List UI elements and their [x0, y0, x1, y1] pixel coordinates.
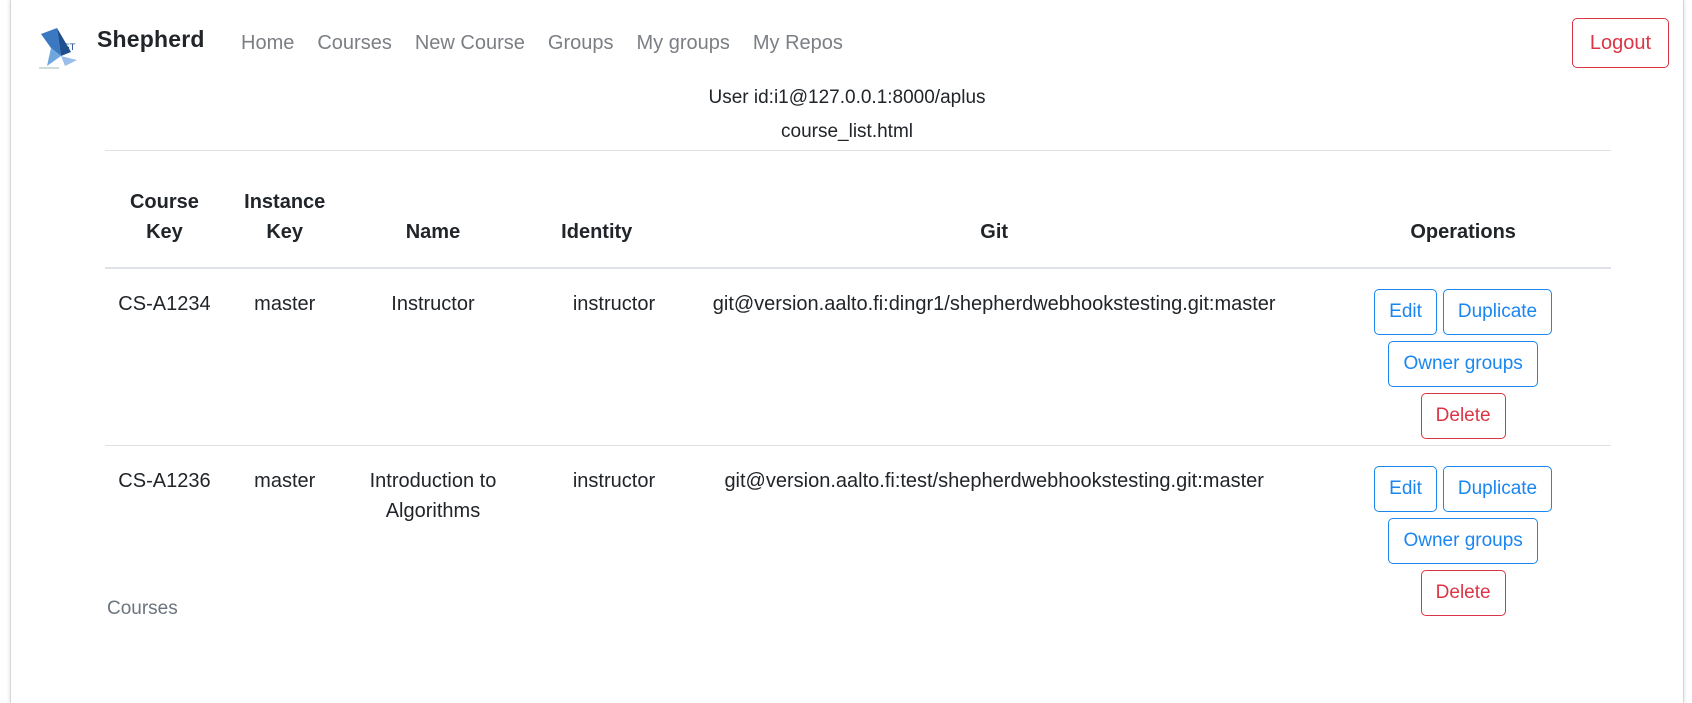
navbar: ST Shepherd Home Courses New Course Grou…	[11, 0, 1683, 86]
brand-name[interactable]: Shepherd	[97, 26, 205, 53]
operations-row: Delete	[1420, 570, 1506, 616]
operations-row: Owner groups	[1388, 518, 1538, 564]
user-id-text: User id:i1@127.0.0.1:8000/aplus	[708, 87, 986, 108]
edit-button[interactable]: Edit	[1374, 466, 1437, 512]
operations-row: Edit Duplicate	[1374, 466, 1553, 512]
template-name-text: course_list.html	[781, 121, 913, 142]
table-header-row: Course Key Instance Key Name Identity Gi…	[105, 150, 1611, 268]
owner-groups-button[interactable]: Owner groups	[1388, 341, 1538, 387]
nav-link-courses[interactable]: Courses	[317, 32, 391, 55]
shepherd-logo-icon[interactable]: ST	[37, 26, 81, 70]
cell-course-key: CS-A1236	[118, 470, 211, 492]
edit-button[interactable]: Edit	[1374, 289, 1437, 335]
logout-button[interactable]: Logout	[1571, 18, 1669, 68]
operations-row: Edit Duplicate	[1374, 289, 1553, 335]
nav-link-my-groups[interactable]: My groups	[636, 32, 729, 55]
nav-link-home[interactable]: Home	[241, 32, 294, 55]
owner-groups-button[interactable]: Owner groups	[1388, 518, 1538, 564]
header-git: Git	[980, 221, 1009, 243]
operations-group: Edit Duplicate Owner groups Delete	[1323, 466, 1603, 622]
cell-identity: instructor	[572, 293, 656, 315]
nav-link-my-repos[interactable]: My Repos	[753, 32, 843, 55]
course-table: Course Key Instance Key Name Identity Gi…	[105, 150, 1611, 622]
nav-link-new-course[interactable]: New Course	[415, 32, 525, 55]
cell-git: git@version.aalto.fi:test/shepherdwebhoo…	[724, 470, 1264, 492]
header-identity: Identity	[561, 221, 633, 243]
delete-button[interactable]: Delete	[1420, 570, 1506, 616]
svg-text:ST: ST	[64, 43, 76, 53]
app-frame: ST Shepherd Home Courses New Course Grou…	[10, 0, 1684, 703]
operations-row: Owner groups	[1388, 341, 1538, 387]
cell-identity: instructor	[572, 470, 656, 492]
header-name: Name	[405, 221, 461, 243]
cell-name: Instructor	[391, 293, 475, 315]
table-row: CS-A1236 master Introduction to Algorith…	[105, 446, 1611, 623]
operations-row: Delete	[1420, 393, 1506, 439]
cell-instance-key: master	[254, 470, 316, 492]
cell-operations: Edit Duplicate Owner groups Delete	[1315, 268, 1611, 446]
duplicate-button[interactable]: Duplicate	[1442, 466, 1553, 512]
cell-instance-key: master	[254, 293, 316, 315]
cell-course-key: CS-A1234	[118, 293, 211, 315]
header-course-key: Course Key	[129, 191, 199, 243]
cell-operations: Edit Duplicate Owner groups Delete	[1315, 446, 1611, 623]
nav-link-groups[interactable]: Groups	[548, 32, 614, 55]
nav-links: Home Courses New Course Groups My groups…	[241, 32, 866, 55]
footer-courses-label: Courses	[107, 598, 178, 619]
cell-git: git@version.aalto.fi:dingr1/shepherdwebh…	[712, 293, 1276, 315]
header-operations: Operations	[1410, 221, 1516, 243]
delete-button[interactable]: Delete	[1420, 393, 1506, 439]
course-table-wrap: Course Key Instance Key Name Identity Gi…	[105, 150, 1611, 622]
duplicate-button[interactable]: Duplicate	[1442, 289, 1553, 335]
table-row: CS-A1234 master Instructor instructor gi…	[105, 268, 1611, 446]
header-instance-key: Instance Key	[244, 191, 326, 243]
cell-name: Introduction to Algorithms	[369, 470, 497, 522]
operations-group: Edit Duplicate Owner groups Delete	[1323, 289, 1603, 445]
